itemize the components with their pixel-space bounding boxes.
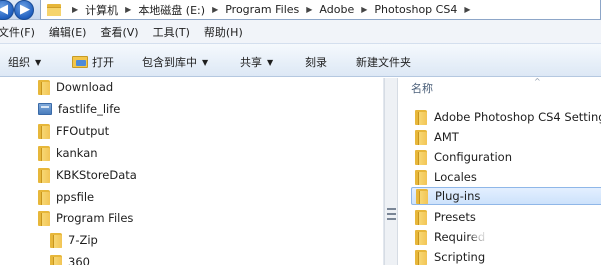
tree-item-label: Program Files xyxy=(56,211,134,225)
navigation-pane[interactable]: Download fastlife_life FFOutput kankan K… xyxy=(0,78,384,265)
folder-icon xyxy=(38,145,50,161)
list-item[interactable]: Scripting xyxy=(415,248,485,265)
burn-button[interactable]: 刻录 xyxy=(305,54,327,70)
list-item[interactable]: Configuration xyxy=(415,148,512,166)
new-folder-label: 新建文件夹 xyxy=(356,56,411,69)
folder-icon xyxy=(38,167,50,183)
command-bar: 组织 ▼ 打开 包含到库中 ▼ 共享 ▼ 刻录 新建文件夹 xyxy=(0,43,601,77)
menu-help[interactable]: 帮助(H) xyxy=(204,24,243,40)
folder-icon xyxy=(38,210,50,226)
include-in-library-label: 包含到库中 xyxy=(142,56,197,69)
list-item-label: Adobe Photoshop CS4 Settings xyxy=(434,110,601,124)
tree-item-360[interactable]: 360 xyxy=(50,253,90,265)
column-header-name[interactable]: 名称 xyxy=(411,80,433,96)
pane-splitter[interactable] xyxy=(384,78,398,265)
forward-arrow-icon: ▶ xyxy=(20,2,30,17)
new-folder-button[interactable]: 新建文件夹 xyxy=(356,54,411,70)
menu-file[interactable]: 文件(F) xyxy=(0,24,35,40)
tree-item-label: ppsfile xyxy=(56,190,95,204)
folder-icon xyxy=(415,249,427,265)
tree-item-program-files[interactable]: Program Files xyxy=(38,209,133,227)
tree-item-7-zip[interactable]: 7-Zip xyxy=(50,231,98,249)
tree-item-label: KBKStoreData xyxy=(56,168,137,182)
chevron-right-icon[interactable]: ▶ xyxy=(212,5,218,14)
list-item[interactable]: Locales xyxy=(415,168,477,186)
folder-icon xyxy=(38,123,50,139)
menu-tools[interactable]: 工具(T) xyxy=(153,24,190,40)
sort-ascending-icon: ^ xyxy=(534,77,541,86)
scrollbar-grip-icon[interactable] xyxy=(387,208,396,220)
library-icon xyxy=(38,103,52,115)
breadcrumb-photoshop-cs4[interactable]: Photoshop CS4 xyxy=(374,3,457,16)
breadcrumb-adobe[interactable]: Adobe xyxy=(319,3,354,16)
mouse-cursor-highlight xyxy=(470,216,540,250)
chevron-down-icon: ▼ xyxy=(267,57,274,67)
breadcrumb[interactable]: ▶ 计算机 ▶ 本地磁盘 (E:) ▶ Program Files ▶ Adob… xyxy=(40,0,601,20)
menu-view[interactable]: 查看(V) xyxy=(100,24,138,40)
tree-item-label: FFOutput xyxy=(56,124,110,138)
folder-icon xyxy=(415,149,427,165)
tree-item-kbkstoredata[interactable]: KBKStoreData xyxy=(38,166,137,184)
list-item-label: AMT xyxy=(434,130,459,144)
chevron-right-icon[interactable]: ▶ xyxy=(306,5,312,14)
folder-icon xyxy=(38,79,50,95)
open-icon xyxy=(72,56,88,68)
tree-item-download[interactable]: Download xyxy=(38,78,113,96)
folder-icon xyxy=(50,232,62,248)
list-item-label: Locales xyxy=(434,170,477,184)
list-item-label: Scripting xyxy=(434,250,486,264)
list-item-label: Plug-ins xyxy=(435,189,481,203)
tree-item-label: kankan xyxy=(56,146,98,160)
organize-label: 组织 xyxy=(8,56,30,69)
chevron-right-icon[interactable]: ▶ xyxy=(125,5,131,14)
open-label: 打开 xyxy=(92,56,114,69)
chevron-right-icon[interactable]: ▶ xyxy=(464,5,470,14)
folder-icon xyxy=(47,3,61,16)
list-item-selected[interactable]: Plug-ins xyxy=(411,187,601,205)
menu-bar: 文件(F) 编辑(E) 查看(V) 工具(T) 帮助(H) xyxy=(0,20,601,43)
tree-item-fastlife-life[interactable]: fastlife_life xyxy=(38,100,120,118)
breadcrumb-program-files[interactable]: Program Files xyxy=(225,3,299,16)
list-item-label: Presets xyxy=(434,210,476,224)
back-arrow-icon: ◀ xyxy=(0,2,8,17)
chevron-right-icon[interactable]: ▶ xyxy=(72,5,78,14)
folder-icon xyxy=(415,129,427,145)
menu-edit[interactable]: 编辑(E) xyxy=(49,24,87,40)
share-label: 共享 xyxy=(240,56,262,69)
tree-item-label: fastlife_life xyxy=(58,102,121,116)
share-button[interactable]: 共享 ▼ xyxy=(240,54,273,70)
list-item-label: Configuration xyxy=(434,150,512,164)
list-item[interactable]: AMT xyxy=(415,128,459,146)
folder-icon xyxy=(415,209,427,225)
tree-item-label: Download xyxy=(56,80,114,94)
folder-icon xyxy=(415,109,427,125)
include-in-library-button[interactable]: 包含到库中 ▼ xyxy=(142,54,208,70)
list-item[interactable]: Adobe Photoshop CS4 Settings xyxy=(415,108,601,126)
breadcrumb-drive-e[interactable]: 本地磁盘 (E:) xyxy=(138,2,205,18)
breadcrumb-computer[interactable]: 计算机 xyxy=(85,2,118,18)
back-button[interactable]: ◀ xyxy=(0,0,14,20)
list-item[interactable]: Presets xyxy=(415,208,476,226)
forward-button[interactable]: ▶ xyxy=(14,0,34,20)
open-button[interactable]: 打开 xyxy=(72,54,114,70)
chevron-down-icon: ▼ xyxy=(202,57,209,67)
folder-icon xyxy=(50,254,62,265)
organize-button[interactable]: 组织 ▼ xyxy=(8,54,41,70)
chevron-right-icon[interactable]: ▶ xyxy=(361,5,367,14)
folder-icon xyxy=(415,229,427,245)
tree-item-kankan[interactable]: kankan xyxy=(38,144,98,162)
chevron-down-icon: ▼ xyxy=(35,57,42,67)
burn-label: 刻录 xyxy=(305,56,327,69)
folder-icon xyxy=(38,189,50,205)
tree-item-label: 7-Zip xyxy=(68,233,98,247)
tree-item-ppsfile[interactable]: ppsfile xyxy=(38,188,94,206)
address-bar: ◀ ▶ ▶ 计算机 ▶ 本地磁盘 (E:) ▶ Program Files ▶ … xyxy=(0,0,601,20)
folder-icon xyxy=(415,169,427,185)
tree-item-label: 360 xyxy=(68,255,90,265)
tree-item-ffoutput[interactable]: FFOutput xyxy=(38,122,109,140)
folder-icon xyxy=(416,188,428,204)
